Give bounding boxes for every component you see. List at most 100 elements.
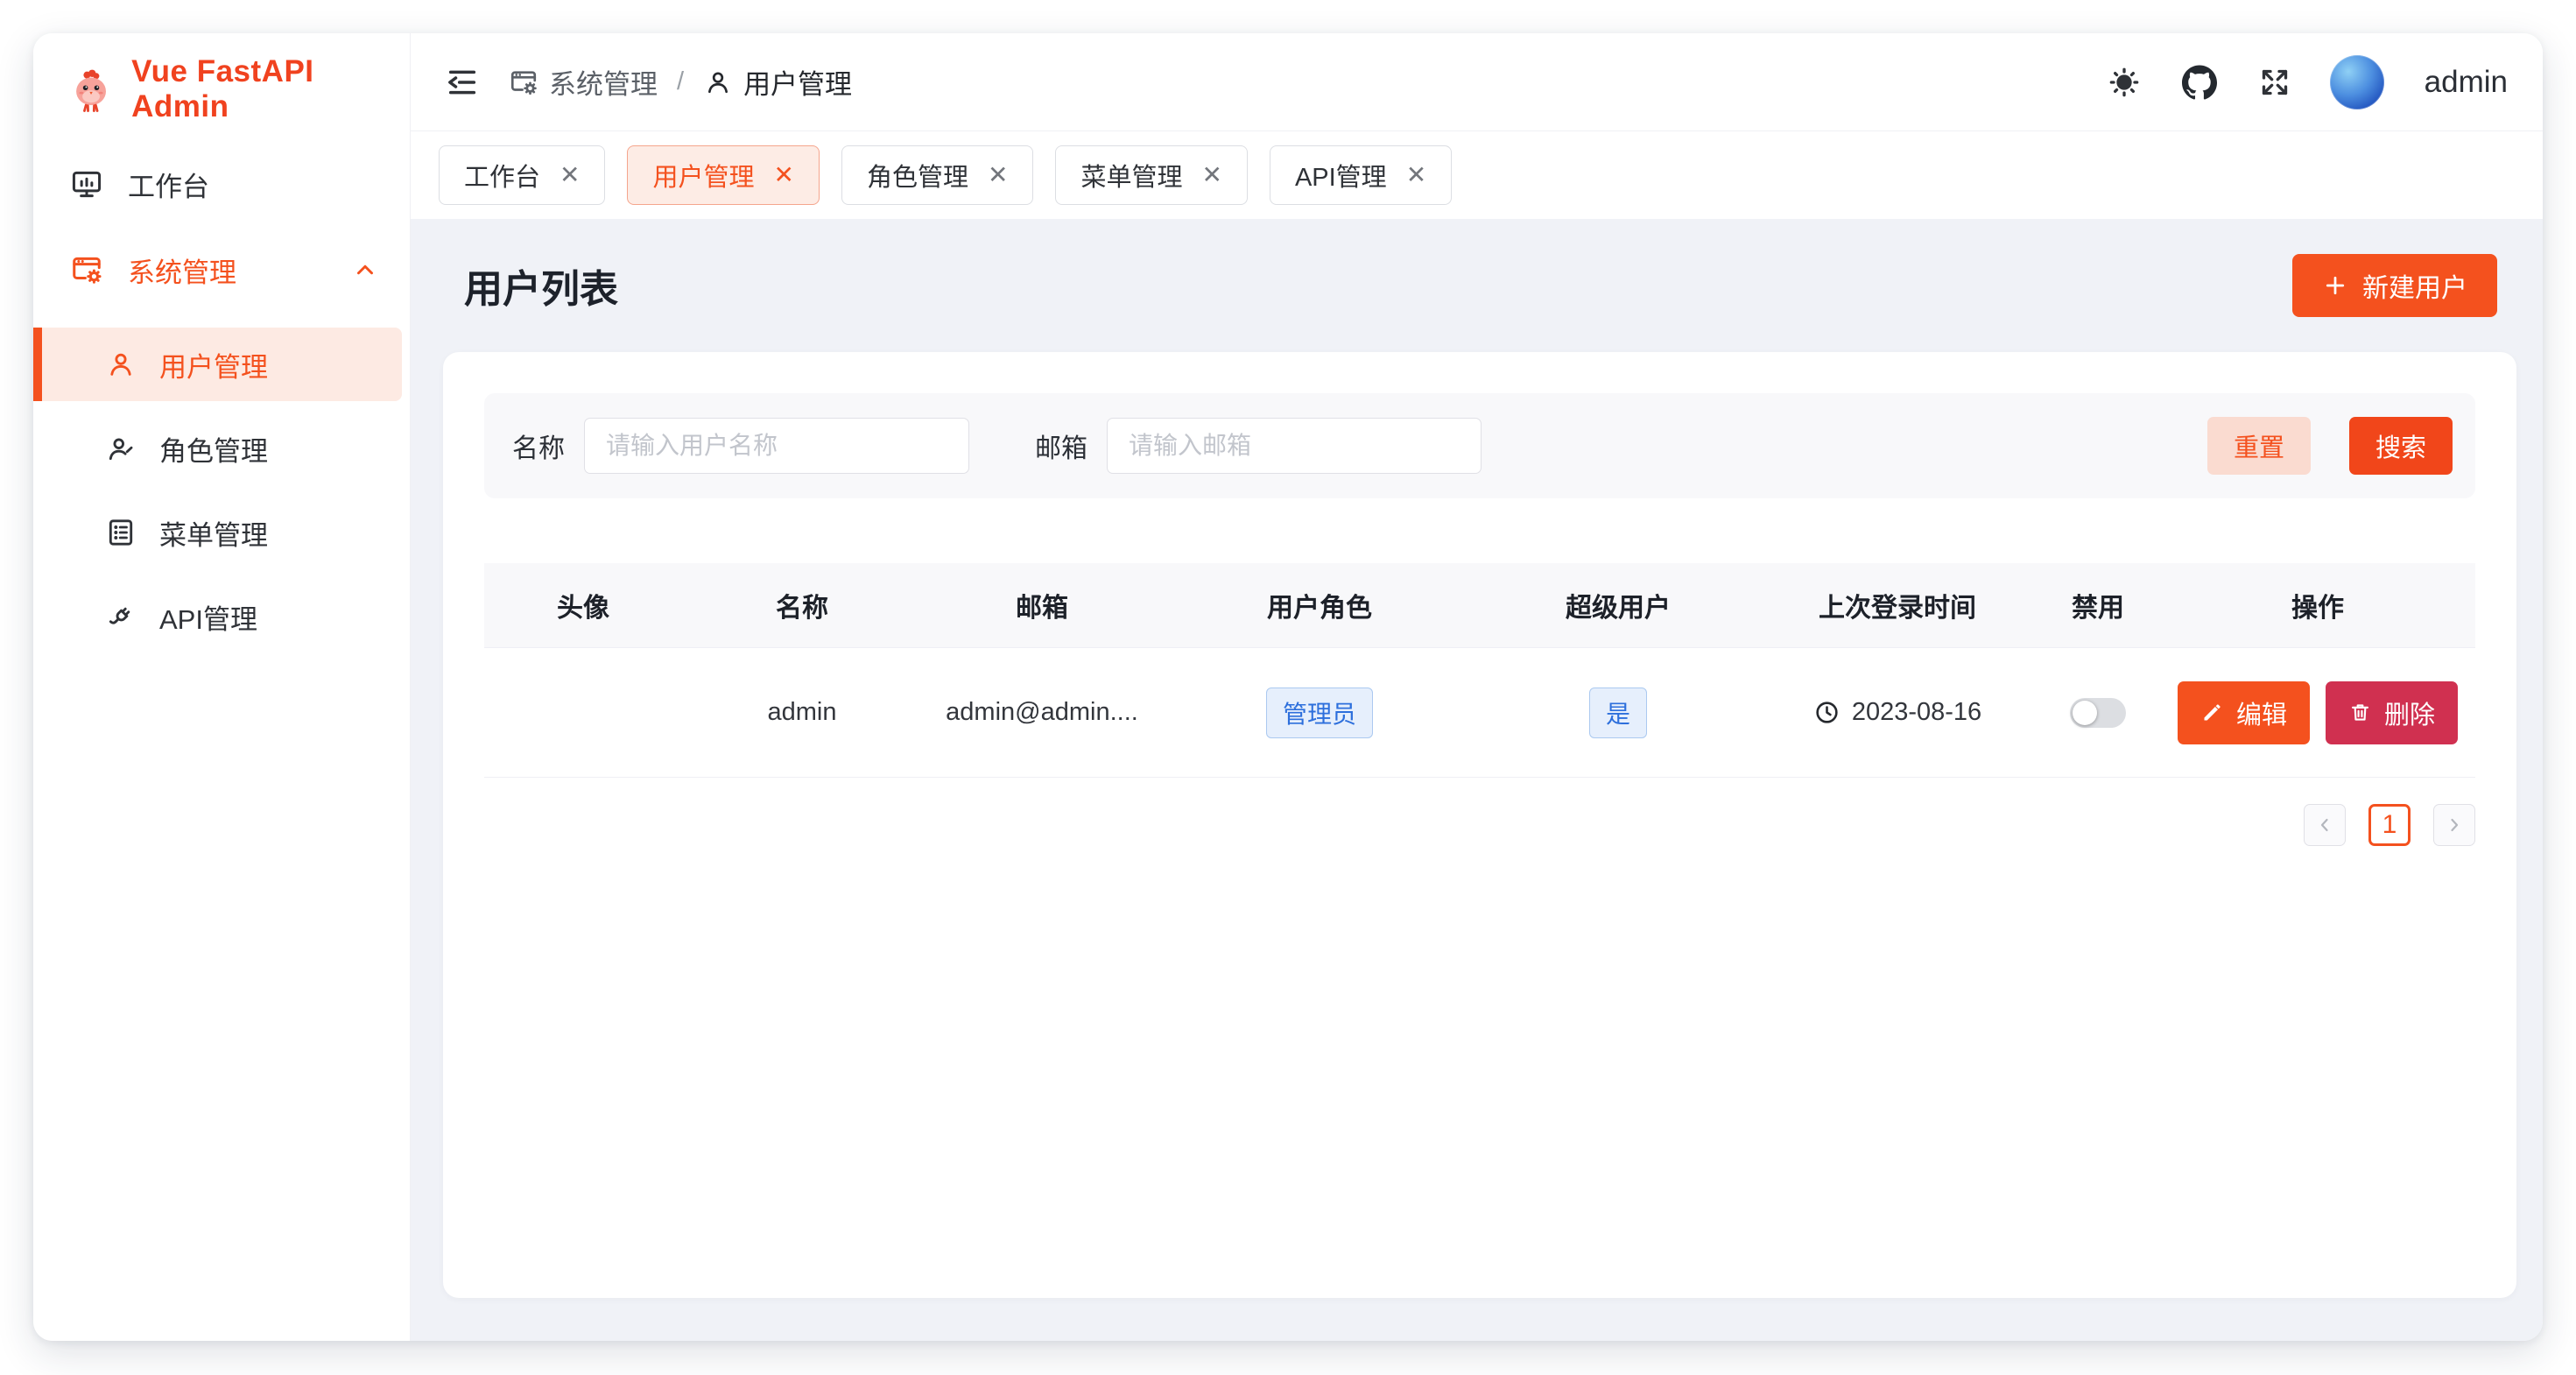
edit-button-label: 编辑 <box>2236 695 2287 731</box>
delete-button-label: 删除 <box>2384 695 2435 731</box>
sidebar-item-role-management[interactable]: 角色管理 <box>33 420 410 476</box>
page-head: 用户列表 新建用户 <box>443 219 2516 352</box>
disabled-toggle[interactable] <box>2070 698 2126 728</box>
github-icon <box>2182 65 2217 100</box>
email-filter-label: 邮箱 <box>1035 427 1087 465</box>
edit-button[interactable]: 编辑 <box>2178 681 2310 744</box>
role-icon <box>105 433 137 464</box>
tab-bar: 工作台 ✕ 用户管理 ✕ 角色管理 ✕ 菜单管理 ✕ API管理 ✕ <box>411 131 2543 219</box>
actions-cell: 编辑 删除 <box>2160 681 2475 744</box>
tab-user-management[interactable]: 用户管理 ✕ <box>627 145 819 205</box>
sidebar-item-label: API管理 <box>159 597 257 637</box>
tab-api-management[interactable]: API管理 ✕ <box>1270 145 1452 205</box>
role-tag: 管理员 <box>1266 688 1373 738</box>
sidebar-item-api-management[interactable]: API管理 <box>33 589 410 645</box>
new-user-button-label: 新建用户 <box>2362 266 2467 305</box>
close-icon[interactable]: ✕ <box>1406 163 1426 187</box>
system-gear-icon <box>509 67 538 97</box>
sidebar-item-label: 角色管理 <box>159 429 268 469</box>
breadcrumb-system-management[interactable]: 系统管理 <box>509 62 658 102</box>
tab-label: 用户管理 <box>652 157 754 194</box>
last-login-date: 2023-08-16 <box>1852 698 1981 727</box>
pagination-page-1[interactable]: 1 <box>2368 804 2411 846</box>
fullscreen-button[interactable] <box>2255 62 2295 102</box>
reset-button[interactable]: 重置 <box>2207 417 2311 475</box>
column-header-avatar: 头像 <box>484 586 682 624</box>
chevron-right-icon <box>2444 814 2465 836</box>
header-actions: admin <box>2104 55 2508 109</box>
chevron-left-icon <box>2314 814 2335 836</box>
delete-button[interactable]: 删除 <box>2326 681 2458 744</box>
name-input[interactable] <box>584 418 969 474</box>
new-user-button[interactable]: 新建用户 <box>2292 254 2497 317</box>
menu-list-icon <box>105 517 137 548</box>
sidebar-item-system[interactable]: 系统管理 <box>33 242 410 298</box>
user-table: 头像 名称 邮箱 用户角色 超级用户 上次登录时间 禁用 操作 admin ad… <box>484 563 2475 778</box>
tab-workbench[interactable]: 工作台 ✕ <box>439 145 605 205</box>
fullscreen-icon <box>2257 65 2292 100</box>
content-area: 用户列表 新建用户 名称 邮箱 重置 搜索 <box>411 219 2543 1341</box>
app-title: Vue FastAPI Admin <box>131 54 410 124</box>
pencil-icon <box>2200 701 2224 724</box>
user-list-card: 名称 邮箱 重置 搜索 头像 名称 邮箱 用户角色 超级用户 上次登录 <box>443 352 2516 1298</box>
collapse-sidebar-button[interactable] <box>442 62 482 102</box>
column-header-email: 邮箱 <box>922 586 1162 624</box>
app-window: Vue FastAPI Admin 工作台 系统管理 <box>33 33 2543 1341</box>
user-icon <box>703 67 733 97</box>
table-header-row: 头像 名称 邮箱 用户角色 超级用户 上次登录时间 禁用 操作 <box>484 563 2475 648</box>
tab-label: 工作台 <box>464 157 540 194</box>
tab-menu-management[interactable]: 菜单管理 ✕ <box>1055 145 1247 205</box>
avatar[interactable] <box>2330 55 2384 109</box>
name-cell: admin <box>682 698 922 727</box>
column-header-role: 用户角色 <box>1162 586 1477 624</box>
breadcrumb-label: 用户管理 <box>743 62 852 102</box>
tab-label: 菜单管理 <box>1080 157 1182 194</box>
close-icon[interactable]: ✕ <box>560 163 580 187</box>
sidebar-item-menu-management[interactable]: 菜单管理 <box>33 504 410 561</box>
search-button[interactable]: 搜索 <box>2349 417 2453 475</box>
email-cell: admin@admin.... <box>922 698 1162 727</box>
column-header-disabled: 禁用 <box>2036 586 2160 624</box>
sidebar-item-workbench[interactable]: 工作台 <box>33 156 410 212</box>
api-plug-icon <box>105 601 137 632</box>
main-area: 系统管理 / 用户管理 <box>411 33 2543 1341</box>
breadcrumb-separator: / <box>677 67 684 96</box>
close-icon[interactable]: ✕ <box>1201 163 1221 187</box>
user-icon <box>105 349 137 380</box>
sidebar-item-label: 系统管理 <box>128 250 236 290</box>
tab-role-management[interactable]: 角色管理 ✕ <box>841 145 1033 205</box>
sidebar-menu: 工作台 系统管理 用户管理 <box>33 145 410 673</box>
github-button[interactable] <box>2179 62 2220 102</box>
chevron-up-icon <box>352 257 378 283</box>
superuser-cell: 是 <box>1477 688 1759 738</box>
name-filter-label: 名称 <box>512 427 565 465</box>
breadcrumb-label: 系统管理 <box>549 62 658 102</box>
username[interactable]: admin <box>2425 65 2508 100</box>
superuser-tag: 是 <box>1589 688 1647 738</box>
email-input[interactable] <box>1107 418 1482 474</box>
role-cell: 管理员 <box>1162 688 1477 738</box>
toggle-knob <box>2073 701 2097 725</box>
system-gear-icon <box>70 253 103 286</box>
column-header-last-login: 上次登录时间 <box>1759 586 2036 624</box>
app-logo[interactable]: Vue FastAPI Admin <box>33 33 410 145</box>
theme-sun-icon <box>2107 65 2142 100</box>
pagination-next-button[interactable] <box>2433 804 2475 846</box>
sidebar-item-user-management[interactable]: 用户管理 <box>33 328 402 401</box>
page-title: 用户列表 <box>464 257 618 314</box>
column-header-name: 名称 <box>682 586 922 624</box>
plus-icon <box>2322 272 2348 299</box>
pagination: 1 <box>484 804 2475 846</box>
pagination-prev-button[interactable] <box>2304 804 2346 846</box>
filter-panel: 名称 邮箱 重置 搜索 <box>484 393 2475 498</box>
close-icon[interactable]: ✕ <box>774 163 794 187</box>
trash-icon <box>2348 701 2372 724</box>
table-row: admin admin@admin.... 管理员 是 <box>484 648 2475 778</box>
tab-label: API管理 <box>1295 157 1387 194</box>
theme-toggle-button[interactable] <box>2104 62 2144 102</box>
sidebar-item-label: 用户管理 <box>159 345 268 384</box>
breadcrumb-user-management[interactable]: 用户管理 <box>703 62 852 102</box>
close-icon[interactable]: ✕ <box>988 163 1008 187</box>
workbench-icon <box>70 167 103 201</box>
breadcrumb: 系统管理 / 用户管理 <box>509 62 852 102</box>
